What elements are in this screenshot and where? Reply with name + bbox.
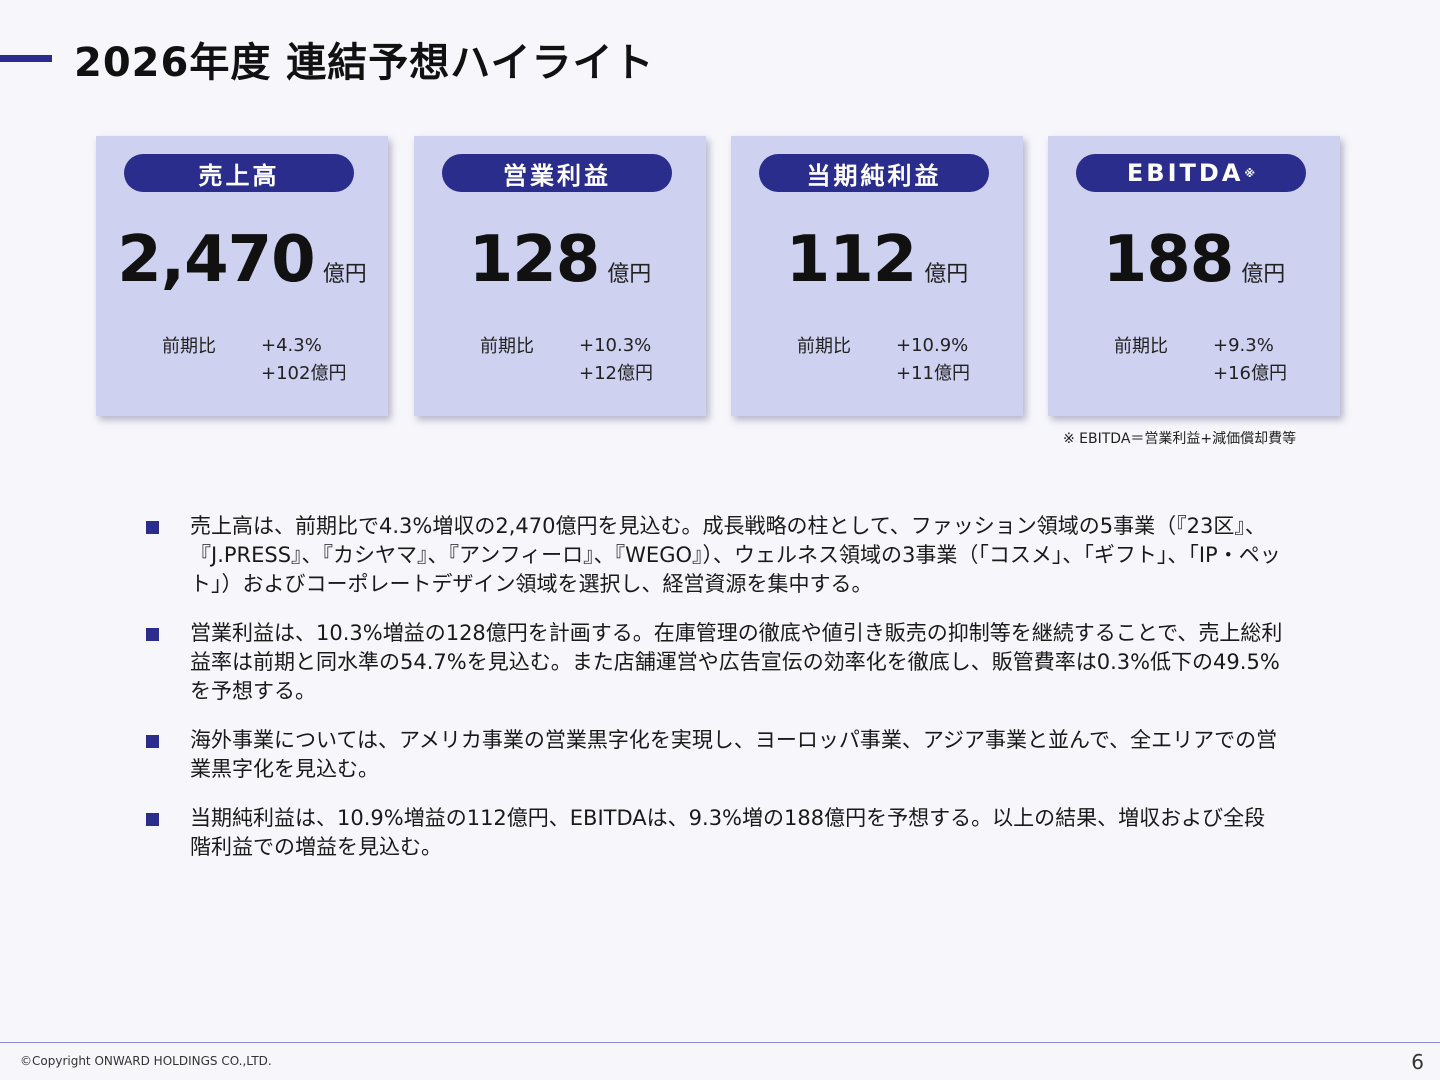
page-number: 6 xyxy=(1411,1050,1424,1074)
kpi-label-footnote-mark: ※ xyxy=(1244,166,1256,180)
bullet-text: 海外事業については、アメリカ事業の営業黒字化を実現し、ヨーロッパ事業、アジア事業… xyxy=(190,728,1278,781)
title-accent-bar xyxy=(0,55,52,62)
kpi-value: 128 xyxy=(468,223,601,297)
kpi-value: 188 xyxy=(1102,223,1235,297)
bullet-item: 海外事業については、アメリカ事業の営業黒字化を実現し、ヨーロッパ事業、アジア事業… xyxy=(146,726,1286,784)
kpi-unit: 億円 xyxy=(924,262,969,287)
yoy-values: +10.3% +12億円 xyxy=(579,332,653,388)
kpi-label-pill: 営業利益 xyxy=(442,154,672,192)
yoy-label: 前期比 xyxy=(162,336,216,357)
yoy-label: 前期比 xyxy=(1114,336,1168,357)
bullet-text: 営業利益は、10.3%増益の128億円を計画する。在庫管理の徹底や値引き販売の抑… xyxy=(190,621,1283,703)
kpi-card-sales: 売上高 2,470 億円 前期比 +4.3% +102億円 xyxy=(96,136,388,416)
yoy-values: +10.9% +11億円 xyxy=(896,332,970,388)
kpi-value: 2,470 xyxy=(117,223,315,297)
kpi-label-pill: 売上高 xyxy=(124,154,354,192)
yoy-label: 前期比 xyxy=(480,336,534,357)
yoy-percent: +10.3% xyxy=(579,335,652,356)
yoy-values: +4.3% +102億円 xyxy=(261,332,346,388)
bullet-text: 売上高は、前期比で4.3%増収の2,470億円を見込む。成長戦略の柱として、ファ… xyxy=(190,514,1281,596)
yoy-values: +9.3% +16億円 xyxy=(1213,332,1287,388)
footer-divider xyxy=(0,1042,1440,1043)
bullet-item: 売上高は、前期比で4.3%増収の2,470億円を見込む。成長戦略の柱として、ファ… xyxy=(146,512,1286,599)
kpi-unit: 億円 xyxy=(607,262,652,287)
bullet-list: 売上高は、前期比で4.3%増収の2,470億円を見込む。成長戦略の柱として、ファ… xyxy=(146,512,1286,882)
yoy-amount: +102億円 xyxy=(261,363,347,384)
kpi-label: 売上高 xyxy=(198,161,280,190)
kpi-card-net-profit: 当期純利益 112 億円 前期比 +10.9% +11億円 xyxy=(731,136,1023,416)
yoy-percent: +10.9% xyxy=(896,335,969,356)
kpi-card-ebitda: EBITDA ※ 188 億円 前期比 +9.3% +16億円 xyxy=(1048,136,1340,416)
page-title: 2026年度 連結予想ハイライト xyxy=(74,40,655,86)
kpi-value-row: 112 億円 xyxy=(731,228,1023,292)
copyright: ©Copyright ONWARD HOLDINGS CO.,LTD. xyxy=(20,1054,272,1068)
kpi-value-row: 128 億円 xyxy=(414,228,706,292)
square-bullet-icon xyxy=(146,735,159,748)
kpi-value-row: 2,470 億円 xyxy=(96,228,388,292)
square-bullet-icon xyxy=(146,521,159,534)
kpi-unit: 億円 xyxy=(322,262,367,287)
ebitda-footnote: ※ EBITDA＝営業利益+減価償却費等 xyxy=(1063,431,1297,447)
kpi-unit: 億円 xyxy=(1241,262,1286,287)
kpi-value: 112 xyxy=(785,223,918,297)
kpi-label: EBITDA xyxy=(1126,159,1244,187)
yoy-percent: +9.3% xyxy=(1213,335,1274,356)
square-bullet-icon xyxy=(146,628,159,641)
kpi-label: 当期純利益 xyxy=(806,161,942,190)
kpi-label: 営業利益 xyxy=(503,161,611,190)
kpi-label-pill: 当期純利益 xyxy=(759,154,989,192)
kpi-card-operating-profit: 営業利益 128 億円 前期比 +10.3% +12億円 xyxy=(414,136,706,416)
kpi-label-pill: EBITDA ※ xyxy=(1076,154,1306,192)
bullet-text: 当期純利益は、10.9%増益の112億円、EBITDAは、9.3%増の188億円… xyxy=(190,806,1266,859)
yoy-percent: +4.3% xyxy=(261,335,322,356)
yoy-amount: +16億円 xyxy=(1213,363,1287,384)
yoy-label: 前期比 xyxy=(797,336,851,357)
yoy-amount: +12億円 xyxy=(579,363,653,384)
bullet-item: 営業利益は、10.3%増益の128億円を計画する。在庫管理の徹底や値引き販売の抑… xyxy=(146,619,1286,706)
kpi-value-row: 188 億円 xyxy=(1048,228,1340,292)
square-bullet-icon xyxy=(146,813,159,826)
yoy-amount: +11億円 xyxy=(896,363,970,384)
bullet-item: 当期純利益は、10.9%増益の112億円、EBITDAは、9.3%増の188億円… xyxy=(146,804,1286,862)
